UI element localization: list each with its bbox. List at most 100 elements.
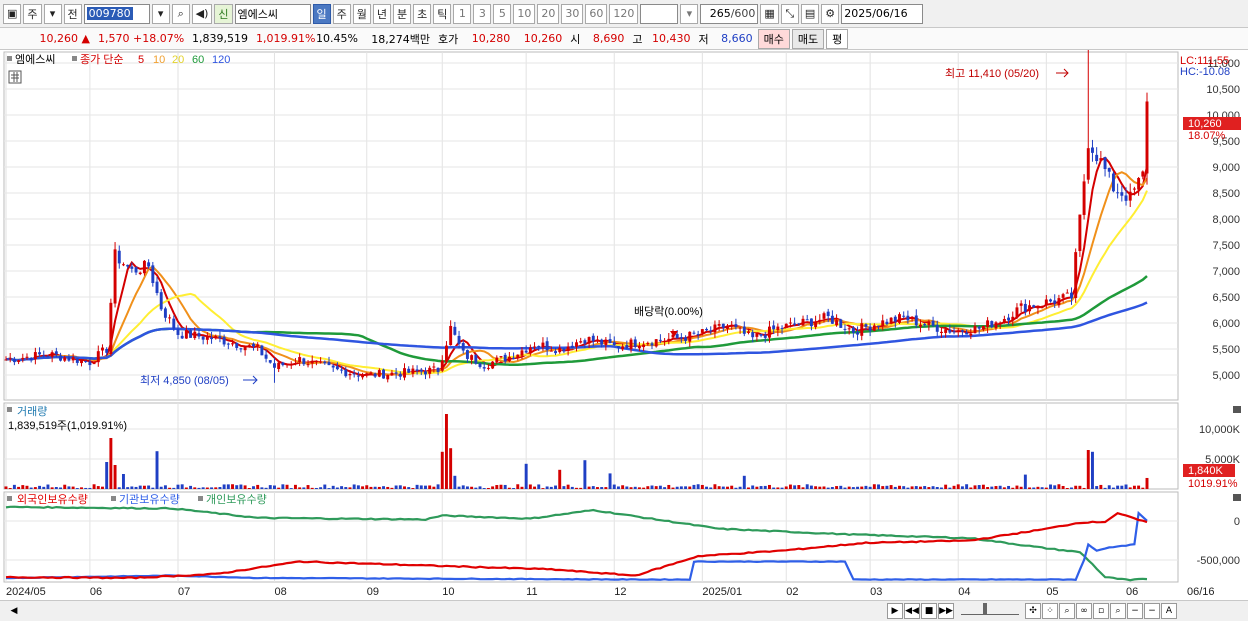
zoom-slider-handle[interactable]: [983, 603, 987, 615]
volume-bar: [675, 486, 679, 489]
candle-body: [830, 315, 834, 324]
candle-body: [520, 350, 524, 356]
prev-button[interactable]: 전: [63, 3, 82, 24]
market-select[interactable]: 주: [23, 3, 42, 24]
date-field[interactable]: 2025/06/16: [841, 3, 924, 24]
volume-bar: [394, 485, 398, 489]
open-price: 8,690: [592, 32, 625, 45]
chevron-down-icon[interactable]: ▾: [43, 3, 62, 24]
volume-bar: [520, 486, 524, 489]
font-size-icon[interactable]: A: [1161, 603, 1177, 619]
rewind-icon[interactable]: ◀◀: [904, 603, 920, 619]
bottom-nav-bar: ◀ ▶ ◀◀ ■ ▶▶ ✣ ⁘ ⌕ ∞ ▫ ⌕ − − A: [0, 600, 1248, 621]
volume-bar: [407, 487, 411, 489]
speaker-icon[interactable]: ◀): [191, 3, 213, 24]
legend-marker: [7, 407, 12, 412]
volume-bar: [986, 487, 990, 489]
volume-bar: [575, 487, 578, 489]
minus-icon[interactable]: −: [1144, 603, 1160, 619]
eval-button[interactable]: 평: [826, 28, 849, 49]
period-tab-minute[interactable]: 분: [393, 3, 412, 24]
period-tab-tick[interactable]: 틱: [433, 3, 452, 24]
period-tab-day[interactable]: 일: [312, 3, 331, 24]
candle-body: [197, 333, 201, 337]
minute-5[interactable]: 5: [493, 3, 512, 24]
custom-minute-input[interactable]: [640, 3, 679, 24]
candle-body: [889, 317, 893, 324]
volume-bar: [281, 484, 285, 489]
minute-1[interactable]: 1: [453, 3, 472, 24]
candle-body: [931, 320, 935, 326]
candle-body: [218, 336, 222, 339]
minute-20[interactable]: 20: [537, 3, 560, 24]
candle-body: [352, 373, 356, 375]
layout-icon[interactable]: ▣: [3, 3, 22, 24]
stock-code-input[interactable]: 009780: [83, 3, 150, 24]
crosshair-icon[interactable]: ✣: [1025, 603, 1041, 619]
volume-bar: [642, 487, 646, 489]
candle-body: [50, 352, 54, 357]
scroll-left-icon[interactable]: ◀: [6, 603, 22, 619]
minute-3[interactable]: 3: [473, 3, 492, 24]
candle-body: [990, 321, 994, 328]
volume-bar: [84, 487, 88, 489]
candle-body: [952, 331, 956, 333]
buy-button[interactable]: 매수: [757, 28, 790, 49]
candle-body: [155, 281, 159, 293]
candle-body: [33, 352, 37, 360]
candle-body: [512, 357, 516, 360]
table-icon[interactable]: [8, 70, 22, 84]
play-icon[interactable]: ▶: [887, 603, 903, 619]
stock-name-field[interactable]: 엠에스씨: [234, 3, 311, 24]
indicator-icon[interactable]: ▦: [760, 3, 779, 24]
count-field[interactable]: 265/600: [700, 3, 759, 24]
sell-button[interactable]: 매도: [791, 28, 825, 49]
lock-icon[interactable]: ▫: [1093, 603, 1109, 619]
volume-bar: [193, 487, 197, 489]
candle-body: [709, 330, 713, 332]
period-tab-month[interactable]: 월: [352, 3, 371, 24]
zoom-out-icon[interactable]: −: [1127, 603, 1143, 619]
search-icon[interactable]: ⌕: [171, 3, 190, 24]
period-tab-week[interactable]: 주: [332, 3, 351, 24]
period-tab-year[interactable]: 년: [372, 3, 392, 24]
horizontal-scrollbar[interactable]: [25, 605, 887, 617]
scatter-icon[interactable]: ⁘: [1042, 603, 1058, 619]
minute-60[interactable]: 60: [585, 3, 608, 24]
panel-close-icon[interactable]: [1233, 406, 1241, 413]
candle-body: [386, 375, 390, 380]
minute-30[interactable]: 30: [561, 3, 584, 24]
gear-icon[interactable]: ⚙: [821, 3, 840, 24]
volume-bar: [348, 487, 352, 489]
stop-icon[interactable]: ■: [921, 603, 937, 619]
candle-body: [59, 355, 62, 361]
candle-body: [84, 360, 88, 362]
panel-close-icon[interactable]: [1233, 494, 1241, 501]
chevron-down-icon[interactable]: ▾: [680, 3, 699, 24]
volume-bar: [990, 486, 994, 489]
candle-body: [75, 358, 79, 363]
candle-body: [612, 342, 616, 345]
candle-body: [973, 326, 977, 334]
volume-bar: [1049, 484, 1052, 489]
fast-forward-icon[interactable]: ▶▶: [938, 603, 954, 619]
volume-bar: [705, 486, 709, 489]
link-icon[interactable]: ∞: [1076, 603, 1092, 619]
magnify-icon[interactable]: ⌕: [1059, 603, 1075, 619]
draw-line-icon[interactable]: ⤡: [780, 3, 799, 24]
stock-chart[interactable]: 11,00010,50010,0009,5009,0008,5008,0007,…: [0, 50, 1248, 600]
minute-120[interactable]: 120: [609, 3, 639, 24]
volume-bar: [755, 486, 759, 489]
zoom-icon[interactable]: ⌕: [1110, 603, 1126, 619]
minute-10[interactable]: 10: [513, 3, 536, 24]
save-icon[interactable]: ▤: [800, 3, 820, 24]
dropdown-icon[interactable]: ▾: [151, 3, 170, 24]
volume-bar: [860, 486, 864, 489]
volume-bar: [843, 487, 847, 489]
zoom-slider[interactable]: [961, 603, 1019, 615]
candle-body: [398, 373, 402, 377]
period-tab-second[interactable]: 초: [413, 3, 432, 24]
volume-bar: [449, 448, 453, 489]
volume-bar: [633, 486, 637, 489]
candle-body: [369, 372, 373, 374]
